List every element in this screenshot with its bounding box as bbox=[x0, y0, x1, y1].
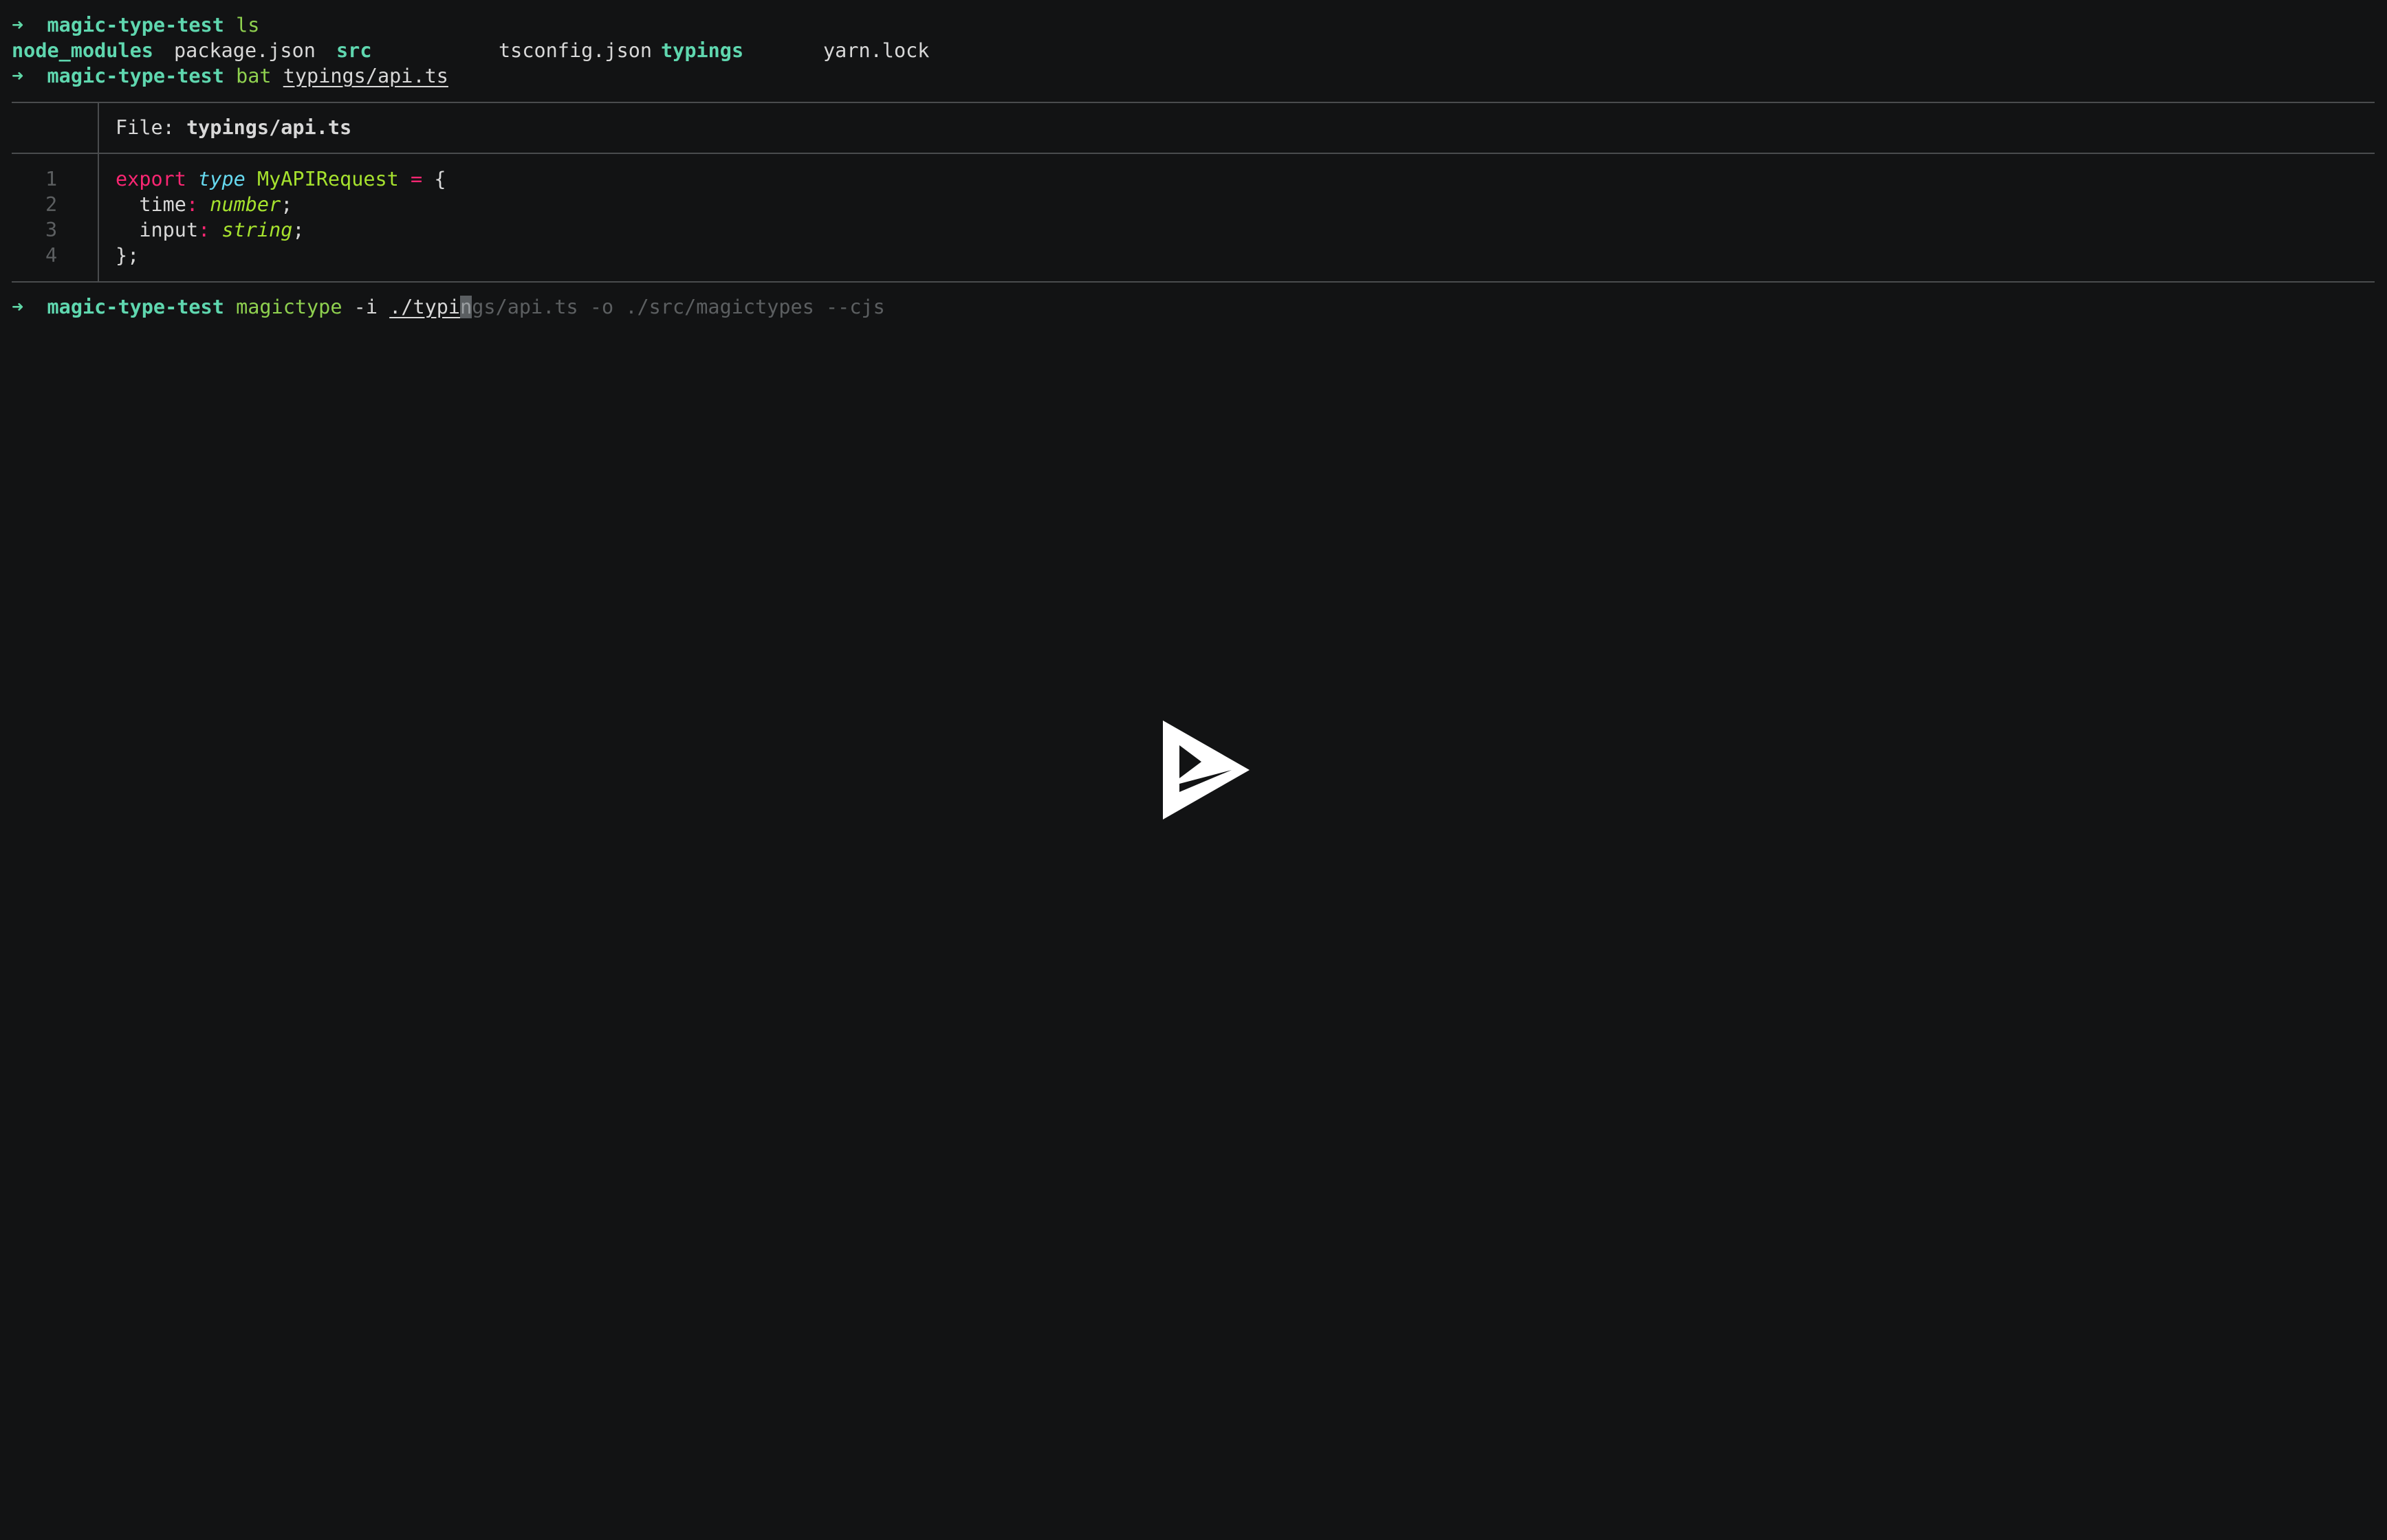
command-ls: ls bbox=[236, 14, 260, 36]
ls-item-typings: typings bbox=[661, 39, 744, 62]
ls-item-yarn-lock: yarn.lock bbox=[823, 39, 930, 62]
token-colon: : bbox=[186, 193, 199, 216]
bat-file-label: File: bbox=[116, 116, 175, 139]
prompt-arrow-icon: ➜ bbox=[12, 296, 24, 318]
ls-item-node-modules: node_modules bbox=[12, 39, 153, 62]
typed-path: ./typi bbox=[389, 296, 461, 318]
ls-item-src: src bbox=[336, 39, 372, 62]
token-operator: = bbox=[411, 168, 423, 190]
prompt-line-bat: ➜ magic-type-test bat typings/api.ts bbox=[12, 63, 448, 89]
code-line: export type MyAPIRequest = { bbox=[116, 166, 446, 192]
bat-gutter-divider bbox=[98, 154, 99, 282]
prompt-dir: magic-type-test bbox=[47, 14, 224, 36]
bat-bottom-rule bbox=[12, 281, 2375, 283]
token-type-name: MyAPIRequest bbox=[257, 168, 399, 190]
prompt-line-magictype[interactable]: ➜ magic-type-test magictype -i ./typings… bbox=[12, 294, 885, 320]
token-brace: { bbox=[422, 168, 446, 190]
line-number: 3 bbox=[45, 219, 58, 241]
ls-item-package-json: package.json bbox=[174, 39, 316, 62]
bat-file-header: File: typings/api.ts bbox=[116, 115, 351, 141]
play-button[interactable] bbox=[1163, 720, 1250, 820]
bat-header-divider bbox=[98, 102, 99, 153]
prompt-arrow-icon: ➜ bbox=[12, 14, 24, 36]
code-line: time: number; bbox=[116, 192, 292, 218]
asciinema-play-icon bbox=[1163, 720, 1250, 820]
token-semicolon: ; bbox=[292, 219, 305, 241]
token-colon: : bbox=[198, 219, 210, 241]
token-type-keyword: type bbox=[198, 168, 246, 190]
code-line: }; bbox=[116, 244, 140, 267]
bat-file-name: typings/api.ts bbox=[186, 116, 352, 139]
code-line: input: string; bbox=[116, 217, 305, 243]
command-bat: bat bbox=[236, 65, 272, 87]
prompt-dir: magic-type-test bbox=[47, 296, 224, 318]
line-number: 1 bbox=[45, 168, 58, 190]
prompt-dir: magic-type-test bbox=[47, 65, 224, 87]
text-cursor: n bbox=[460, 296, 472, 318]
token-type: string bbox=[221, 219, 293, 241]
command-flag: -i bbox=[342, 296, 390, 318]
line-number: 4 bbox=[45, 244, 58, 267]
command-magictype: magictype bbox=[236, 296, 342, 318]
line-number: 2 bbox=[45, 193, 58, 216]
prompt-line-ls: ➜ magic-type-test ls bbox=[12, 12, 259, 38]
token-keyword: export bbox=[116, 168, 186, 190]
autosuggestion: gs/api.ts -o ./src/magictypes --cjs bbox=[472, 296, 885, 318]
bat-top-rule bbox=[12, 102, 2375, 103]
bat-mid-rule bbox=[12, 153, 2375, 154]
token-property: time bbox=[116, 193, 186, 216]
token-semicolon: ; bbox=[281, 193, 293, 216]
command-arg-path: typings/api.ts bbox=[283, 65, 448, 87]
token-property: input bbox=[116, 219, 199, 241]
prompt-arrow-icon: ➜ bbox=[12, 65, 24, 87]
ls-item-tsconfig-json: tsconfig.json bbox=[499, 39, 653, 62]
token-type: number bbox=[210, 193, 281, 216]
